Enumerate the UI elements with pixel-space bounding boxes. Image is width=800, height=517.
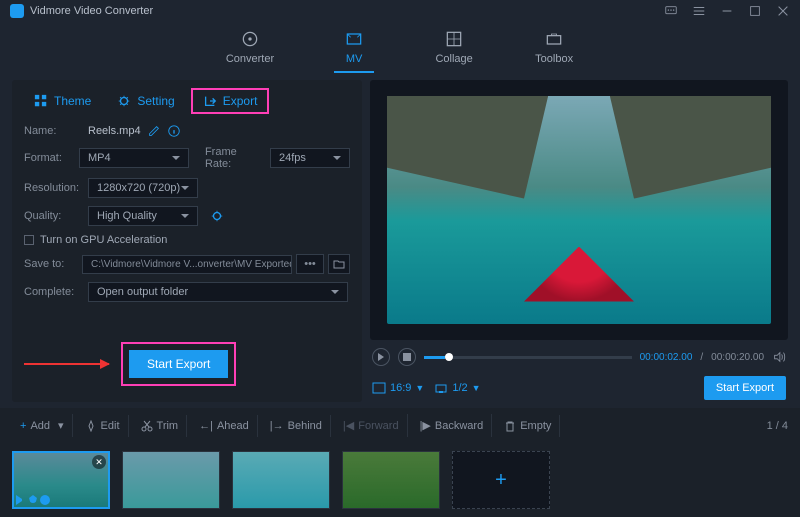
resolution-label: Resolution: xyxy=(24,182,82,194)
save-path-input[interactable]: C:\Vidmore\Vidmore V...onverter\MV Expor… xyxy=(82,255,292,274)
framerate-label: Frame Rate: xyxy=(205,146,264,170)
name-label: Name: xyxy=(24,125,82,137)
edit-button[interactable]: Edit xyxy=(77,415,129,437)
time-current: 00:00:02.00 xyxy=(640,352,693,363)
behind-button[interactable]: |→Behind xyxy=(262,415,331,437)
nav-converter[interactable]: Converter xyxy=(226,29,274,73)
close-icon[interactable] xyxy=(776,4,790,18)
progress-bar[interactable] xyxy=(424,356,632,359)
open-folder-icon[interactable] xyxy=(328,254,350,274)
nav-mv[interactable]: MV xyxy=(334,29,374,73)
clip-thumb-1[interactable]: ✕ xyxy=(12,451,110,509)
zoom-button[interactable]: 1/2▼ xyxy=(434,382,480,394)
edit-name-icon[interactable] xyxy=(147,124,161,138)
format-select[interactable]: MP4 xyxy=(79,148,189,168)
quality-select[interactable]: High Quality xyxy=(88,206,198,226)
remove-clip-icon[interactable]: ✕ xyxy=(92,455,106,469)
name-value: Reels.mp4 xyxy=(88,125,141,137)
saveto-label: Save to: xyxy=(24,258,76,270)
complete-select[interactable]: Open output folder xyxy=(88,282,348,302)
tab-export[interactable]: Export xyxy=(191,88,270,114)
annotation-arrow xyxy=(24,363,109,365)
nav-collage[interactable]: Collage xyxy=(434,29,474,73)
time-total: 00:00:20.00 xyxy=(711,352,764,363)
resolution-select[interactable]: 1280x720 (720p) xyxy=(88,178,198,198)
minimize-icon[interactable] xyxy=(720,4,734,18)
backward-button[interactable]: |▶Backward xyxy=(412,414,493,437)
annotation-highlight: Start Export xyxy=(121,342,236,386)
complete-label: Complete: xyxy=(24,286,82,298)
app-logo xyxy=(10,4,24,18)
tab-setting[interactable]: Setting xyxy=(107,88,184,114)
quality-label: Quality: xyxy=(24,210,82,222)
quality-settings-icon[interactable] xyxy=(210,209,224,223)
clip-thumb-3[interactable] xyxy=(232,451,330,509)
feedback-icon[interactable] xyxy=(664,4,678,18)
play-button[interactable] xyxy=(372,348,390,366)
browse-button[interactable]: ••• xyxy=(296,254,324,274)
clip-counter: 1 / 4 xyxy=(767,420,788,432)
format-label: Format: xyxy=(24,152,73,164)
forward-button[interactable]: |◀Forward xyxy=(335,414,408,437)
menu-icon[interactable] xyxy=(692,4,706,18)
nav-toolbox[interactable]: Toolbox xyxy=(534,29,574,73)
volume-icon[interactable] xyxy=(772,350,786,364)
tab-theme[interactable]: Theme xyxy=(24,88,101,114)
add-clip-button[interactable]: + xyxy=(452,451,550,509)
framerate-select[interactable]: 24fps xyxy=(270,148,350,168)
info-icon[interactable] xyxy=(167,124,181,138)
add-button[interactable]: +Add▾ xyxy=(12,414,73,437)
clip-thumb-4[interactable] xyxy=(342,451,440,509)
empty-button[interactable]: Empty xyxy=(496,415,560,437)
maximize-icon[interactable] xyxy=(748,4,762,18)
gpu-checkbox[interactable]: Turn on GPU Acceleration xyxy=(24,234,350,246)
start-export-button-right[interactable]: Start Export xyxy=(704,376,786,400)
app-title: Vidmore Video Converter xyxy=(30,5,664,17)
trim-button[interactable]: Trim xyxy=(133,415,188,437)
clip-thumb-2[interactable] xyxy=(122,451,220,509)
start-export-button[interactable]: Start Export xyxy=(129,350,228,378)
stop-button[interactable] xyxy=(398,348,416,366)
preview-panel xyxy=(370,80,788,340)
ahead-button[interactable]: ←|Ahead xyxy=(191,415,258,437)
aspect-ratio-button[interactable]: 16:9▼ xyxy=(372,382,424,394)
